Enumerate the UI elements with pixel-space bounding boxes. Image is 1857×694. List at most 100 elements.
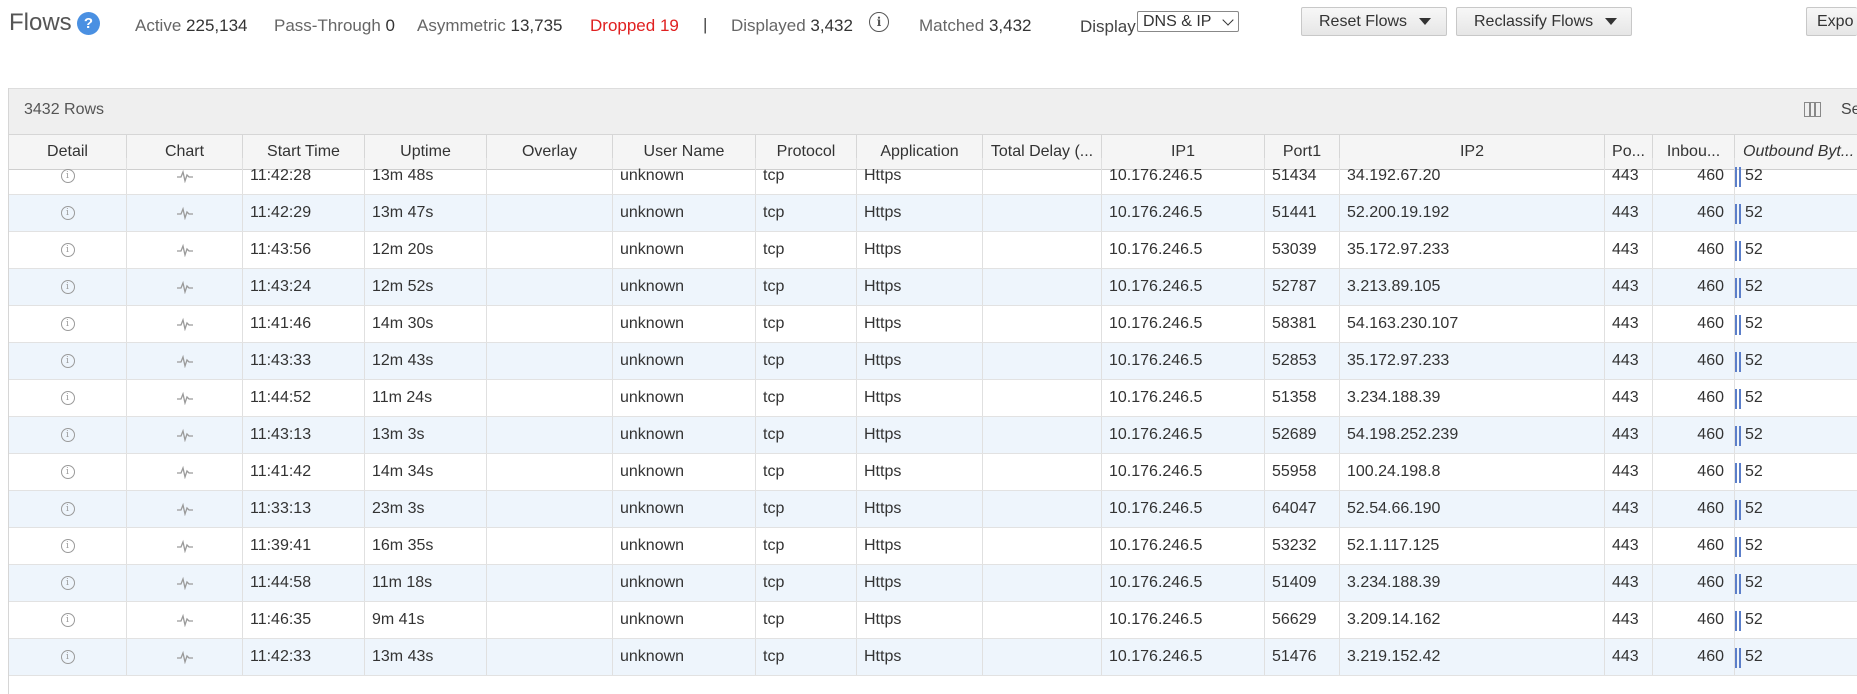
- detail-info-icon[interactable]: i: [60, 538, 75, 553]
- port1-cell: 52787: [1265, 269, 1340, 305]
- detail-info-icon[interactable]: i: [60, 168, 75, 183]
- pulse-chart-icon[interactable]: [176, 539, 193, 553]
- pulse-chart-icon[interactable]: [176, 169, 193, 183]
- traffic-bar: [1739, 278, 1741, 298]
- pulse-chart-icon[interactable]: [176, 206, 193, 220]
- outbound-cell: 52: [1735, 195, 1857, 231]
- start-time-cell: 11:43:56: [243, 232, 365, 268]
- total-delay-cell: [983, 417, 1102, 453]
- stat-matched: Matched 3,432: [919, 16, 1031, 36]
- table-row[interactable]: i 11:43:33 12m 43s unknown tcp Https 10.176.24…: [9, 343, 1857, 380]
- stat-pass-through: Pass-Through 0: [274, 16, 395, 36]
- detail-info-icon[interactable]: i: [60, 316, 75, 331]
- application-cell: Https: [857, 306, 983, 342]
- detail-info-icon[interactable]: i: [60, 279, 75, 294]
- pulse-chart-icon[interactable]: [176, 243, 193, 257]
- table-row[interactable]: i 11:43:13 13m 3s unknown tcp Https 10.176.246…: [9, 417, 1857, 454]
- uptime-cell: 13m 47s: [365, 195, 487, 231]
- pulse-chart-icon[interactable]: [176, 354, 193, 368]
- outbound-cell: 52: [1735, 306, 1857, 342]
- pulse-chart-icon[interactable]: [176, 428, 193, 442]
- table-row[interactable]: i 11:41:42 14m 34s unknown tcp Https 10.176.24…: [9, 454, 1857, 491]
- detail-info-icon[interactable]: i: [60, 242, 75, 257]
- chart-cell: [127, 454, 243, 490]
- user-name-cell: unknown: [613, 602, 756, 638]
- table-row[interactable]: i 11:39:41 16m 35s unknown tcp Https 10.176.24…: [9, 528, 1857, 565]
- display-select[interactable]: DNS & IP: [1137, 11, 1239, 32]
- inbound-cell: 460: [1653, 491, 1735, 527]
- pulse-chart-icon[interactable]: [176, 613, 193, 627]
- detail-info-icon[interactable]: i: [60, 205, 75, 220]
- stat-matched-label: Matched: [919, 16, 985, 35]
- table-row[interactable]: i 11:41:46 14m 30s unknown tcp Https 10.176.24…: [9, 306, 1857, 343]
- detail-info-icon[interactable]: i: [60, 390, 75, 405]
- pulse-chart-icon[interactable]: [176, 576, 193, 590]
- port2-cell: 443: [1605, 269, 1653, 305]
- caret-down-icon: [1605, 18, 1618, 25]
- pulse-chart-icon[interactable]: [176, 650, 193, 664]
- detail-info-icon[interactable]: i: [60, 612, 75, 627]
- uptime-cell: 16m 35s: [365, 528, 487, 564]
- table-row[interactable]: i 11:42:29 13m 47s unknown tcp Https 10.176.24…: [9, 195, 1857, 232]
- table-row[interactable]: i 11:42:28 13m 48s unknown tcp Https 10.176.24…: [9, 158, 1857, 195]
- traffic-bar: [1735, 574, 1737, 594]
- pulse-chart-icon[interactable]: [176, 502, 193, 516]
- start-time-cell: 11:41:46: [243, 306, 365, 342]
- inbound-cell: 460: [1653, 306, 1735, 342]
- total-delay-cell: [983, 528, 1102, 564]
- display-label: Display: [1080, 17, 1136, 36]
- detail-info-icon[interactable]: i: [60, 353, 75, 368]
- user-name-cell: unknown: [613, 565, 756, 601]
- stat-asym-value: 13,735: [510, 16, 563, 35]
- table-row[interactable]: i 11:43:24 12m 52s unknown tcp Https 10.176.24…: [9, 269, 1857, 306]
- pulse-chart-icon[interactable]: [176, 280, 193, 294]
- inbound-cell: 460: [1653, 380, 1735, 416]
- outbound-cell: 52: [1735, 158, 1857, 194]
- application-cell: Https: [857, 232, 983, 268]
- uptime-cell: 13m 3s: [365, 417, 487, 453]
- reset-flows-button[interactable]: Reset Flows: [1301, 7, 1447, 36]
- export-button[interactable]: Expo: [1806, 7, 1857, 36]
- table-row[interactable]: i 11:42:33 13m 43s unknown tcp Https 10.176.24…: [9, 639, 1857, 676]
- port2-cell: 443: [1605, 343, 1653, 379]
- start-time-cell: 11:46:35: [243, 602, 365, 638]
- outbound-value: 52: [1745, 463, 1763, 480]
- detail-cell: i: [9, 565, 127, 601]
- pulse-chart-icon[interactable]: [176, 317, 193, 331]
- reclassify-flows-button[interactable]: Reclassify Flows: [1456, 7, 1632, 36]
- uptime-cell: 11m 18s: [365, 565, 487, 601]
- help-icon[interactable]: ?: [77, 12, 100, 35]
- protocol-cell: tcp: [756, 417, 857, 453]
- reset-flows-label: Reset Flows: [1319, 12, 1408, 30]
- detail-info-icon[interactable]: i: [60, 501, 75, 516]
- port1-cell: 52853: [1265, 343, 1340, 379]
- stat-active-label: Active: [135, 16, 182, 35]
- overlay-cell: [487, 491, 613, 527]
- ip2-cell: 52.1.117.125: [1340, 528, 1605, 564]
- ip1-cell: 10.176.246.5: [1102, 195, 1265, 231]
- table-row[interactable]: i 11:46:35 9m 41s unknown tcp Https 10.176.246…: [9, 602, 1857, 639]
- ip1-cell: 10.176.246.5: [1102, 343, 1265, 379]
- traffic-bar: [1735, 500, 1737, 520]
- table-row[interactable]: i 11:43:56 12m 20s unknown tcp Https 10.176.24…: [9, 232, 1857, 269]
- columns-icon[interactable]: [1804, 102, 1821, 117]
- detail-cell: i: [9, 343, 127, 379]
- traffic-bar: [1739, 204, 1741, 224]
- grid-toolbar-right-text[interactable]: Se: [1841, 101, 1857, 119]
- outbound-cell: 52: [1735, 269, 1857, 305]
- detail-info-icon[interactable]: i: [60, 649, 75, 664]
- table-row[interactable]: i 11:44:52 11m 24s unknown tcp Https 10.176.24…: [9, 380, 1857, 417]
- stat-dropped: Dropped 19: [590, 16, 679, 36]
- detail-info-icon[interactable]: i: [60, 464, 75, 479]
- detail-info-icon[interactable]: i: [60, 427, 75, 442]
- table-row[interactable]: i 11:44:58 11m 18s unknown tcp Https 10.176.24…: [9, 565, 1857, 602]
- application-cell: Https: [857, 343, 983, 379]
- detail-info-icon[interactable]: i: [60, 575, 75, 590]
- info-icon[interactable]: i: [869, 12, 889, 32]
- start-time-cell: 11:42:28: [243, 158, 365, 194]
- pulse-chart-icon[interactable]: [176, 391, 193, 405]
- ip2-cell: 52.54.66.190: [1340, 491, 1605, 527]
- table-row[interactable]: i 11:33:13 23m 3s unknown tcp Https 10.176.246…: [9, 491, 1857, 528]
- ip1-cell: 10.176.246.5: [1102, 158, 1265, 194]
- pulse-chart-icon[interactable]: [176, 465, 193, 479]
